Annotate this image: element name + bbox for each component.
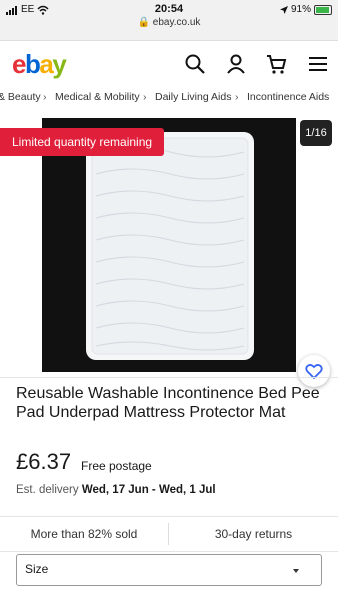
ebay-logo[interactable]: ebay bbox=[12, 49, 67, 80]
divider bbox=[0, 377, 338, 378]
breadcrumb-health-beauty[interactable]: & Beauty bbox=[0, 91, 41, 103]
search-icon[interactable] bbox=[184, 53, 206, 75]
heart-icon bbox=[305, 364, 323, 380]
sold-percentage: More than 82% sold bbox=[30, 527, 138, 541]
listing-title: Reusable Washable Incontinence Bed Pee P… bbox=[16, 385, 320, 421]
caret-down-icon bbox=[293, 569, 299, 573]
breadcrumb-incontinence-aids[interactable]: Incontinence Aids bbox=[247, 91, 329, 103]
estimated-delivery: Est. delivery Wed, 17 Jun - Wed, 1 Jul bbox=[16, 484, 216, 496]
battery-status: 91% bbox=[279, 4, 332, 15]
image-gallery[interactable]: Limited quantity remaining 1/16 bbox=[0, 114, 338, 372]
watch-button[interactable] bbox=[298, 355, 330, 387]
address-bar[interactable]: 🔒 ebay.co.uk bbox=[0, 17, 338, 28]
listing-stats: More than 82% sold 30-day returns bbox=[0, 516, 338, 552]
bed-pad-illustration bbox=[86, 132, 254, 360]
chevron-right-icon: › bbox=[143, 91, 147, 103]
postage-info: Free postage bbox=[81, 459, 152, 473]
product-image[interactable] bbox=[42, 118, 296, 372]
image-counter: 1/16 bbox=[300, 120, 332, 146]
menu-icon[interactable] bbox=[307, 53, 329, 75]
price: £6.37 bbox=[16, 449, 72, 474]
user-icon[interactable] bbox=[225, 53, 247, 75]
status-bar: EE 20:54 🔒 ebay.co.uk 91% bbox=[0, 0, 338, 40]
returns-policy[interactable]: 30-day returns bbox=[169, 517, 338, 551]
size-select-label: Size bbox=[25, 562, 49, 576]
breadcrumb: & Beauty › Medical & Mobility › Daily Li… bbox=[0, 85, 338, 110]
chevron-right-icon: › bbox=[235, 91, 239, 103]
url-text: ebay.co.uk bbox=[152, 17, 201, 28]
delivery-label: Est. delivery bbox=[16, 484, 79, 496]
lock-icon: 🔒 bbox=[137, 17, 151, 28]
limited-quantity-badge: Limited quantity remaining bbox=[0, 128, 165, 156]
breadcrumb-medical-mobility[interactable]: Medical & Mobility bbox=[55, 91, 140, 103]
chevron-right-icon: › bbox=[43, 91, 47, 103]
cart-icon[interactable] bbox=[265, 53, 287, 75]
size-select[interactable]: Size bbox=[16, 554, 322, 586]
battery-icon bbox=[314, 4, 332, 15]
battery-percent: 91% bbox=[290, 4, 311, 15]
location-arrow-icon bbox=[279, 5, 288, 14]
delivery-dates: Wed, 17 Jun - Wed, 1 Jul bbox=[81, 484, 216, 496]
site-header: ebay bbox=[0, 40, 338, 86]
breadcrumb-daily-living-aids[interactable]: Daily Living Aids bbox=[155, 91, 231, 103]
